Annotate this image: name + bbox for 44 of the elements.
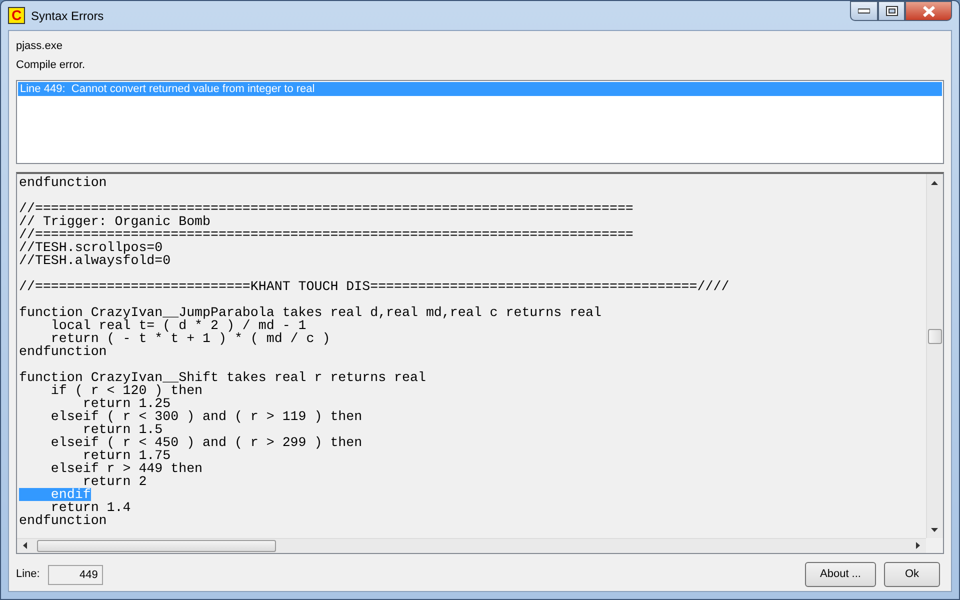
- code-line: return ( - t * t + 1 ) * ( md / c ): [50, 332, 330, 345]
- maximize-button[interactable]: [878, 1, 905, 21]
- code-line: //===========================KHANT TOUCH DIS=========================================////: [19, 280, 730, 293]
- minimize-icon: [858, 8, 870, 14]
- code-line: local real t= ( d * 2 ) / md - 1: [50, 319, 306, 332]
- code-line: //===========================================================================: [19, 202, 634, 215]
- code-line: return 1.25: [82, 397, 171, 410]
- maximize-icon: [886, 6, 898, 16]
- close-button[interactable]: [905, 1, 952, 21]
- scroll-up-icon[interactable]: [931, 181, 938, 185]
- close-icon: [922, 6, 936, 16]
- code-line: function CrazyIvan__JumpParabola takes real d,real md,real c returns real: [19, 306, 602, 319]
- code-line: elseif r > 449 then: [50, 462, 203, 475]
- code-line: //TESH.scrollpos=0: [19, 241, 163, 254]
- horizontal-scrollbar[interactable]: [17, 538, 926, 553]
- code-line: if ( r < 120 ) then: [50, 384, 203, 397]
- scroll-left-icon[interactable]: [23, 542, 27, 549]
- code-line: //TESH.alwaysfold=0: [19, 254, 171, 267]
- app-icon: C: [8, 7, 25, 24]
- code-line: endfunction: [19, 176, 107, 189]
- program-name: pjass.exe: [16, 39, 64, 54]
- scroll-thumb[interactable]: [928, 329, 942, 344]
- code-line: return 1.4: [50, 501, 131, 514]
- scroll-thumb[interactable]: [37, 540, 276, 552]
- ok-button[interactable]: Ok: [884, 562, 940, 587]
- code-line: elseif ( r < 300 ) and ( r > 119 ) then: [50, 410, 362, 423]
- error-message: Compile error.: [16, 58, 86, 73]
- code-line: function CrazyIvan__Shift takes real r returns real: [19, 371, 426, 384]
- code-line: return 1.5: [82, 423, 163, 436]
- minimize-button[interactable]: [850, 1, 878, 21]
- code-line: // Trigger: Organic Bomb: [19, 215, 211, 228]
- about-button[interactable]: About ...: [805, 562, 876, 587]
- vertical-scrollbar[interactable]: [926, 174, 943, 538]
- line-label: Line:: [16, 567, 40, 582]
- code-line: return 1.75: [82, 449, 171, 462]
- code-line: //===========================================================================: [19, 228, 634, 241]
- code-line: return 2: [82, 475, 147, 488]
- code-line: endfunction: [19, 514, 107, 527]
- code-line: endfunction: [19, 345, 107, 358]
- code-line: elseif ( r < 450 ) and ( r > 299 ) then: [50, 436, 362, 449]
- scroll-down-icon[interactable]: [931, 528, 938, 532]
- line-field[interactable]: 449: [48, 564, 103, 584]
- window-title: Syntax Errors: [31, 8, 104, 24]
- scroll-right-icon[interactable]: [916, 542, 920, 549]
